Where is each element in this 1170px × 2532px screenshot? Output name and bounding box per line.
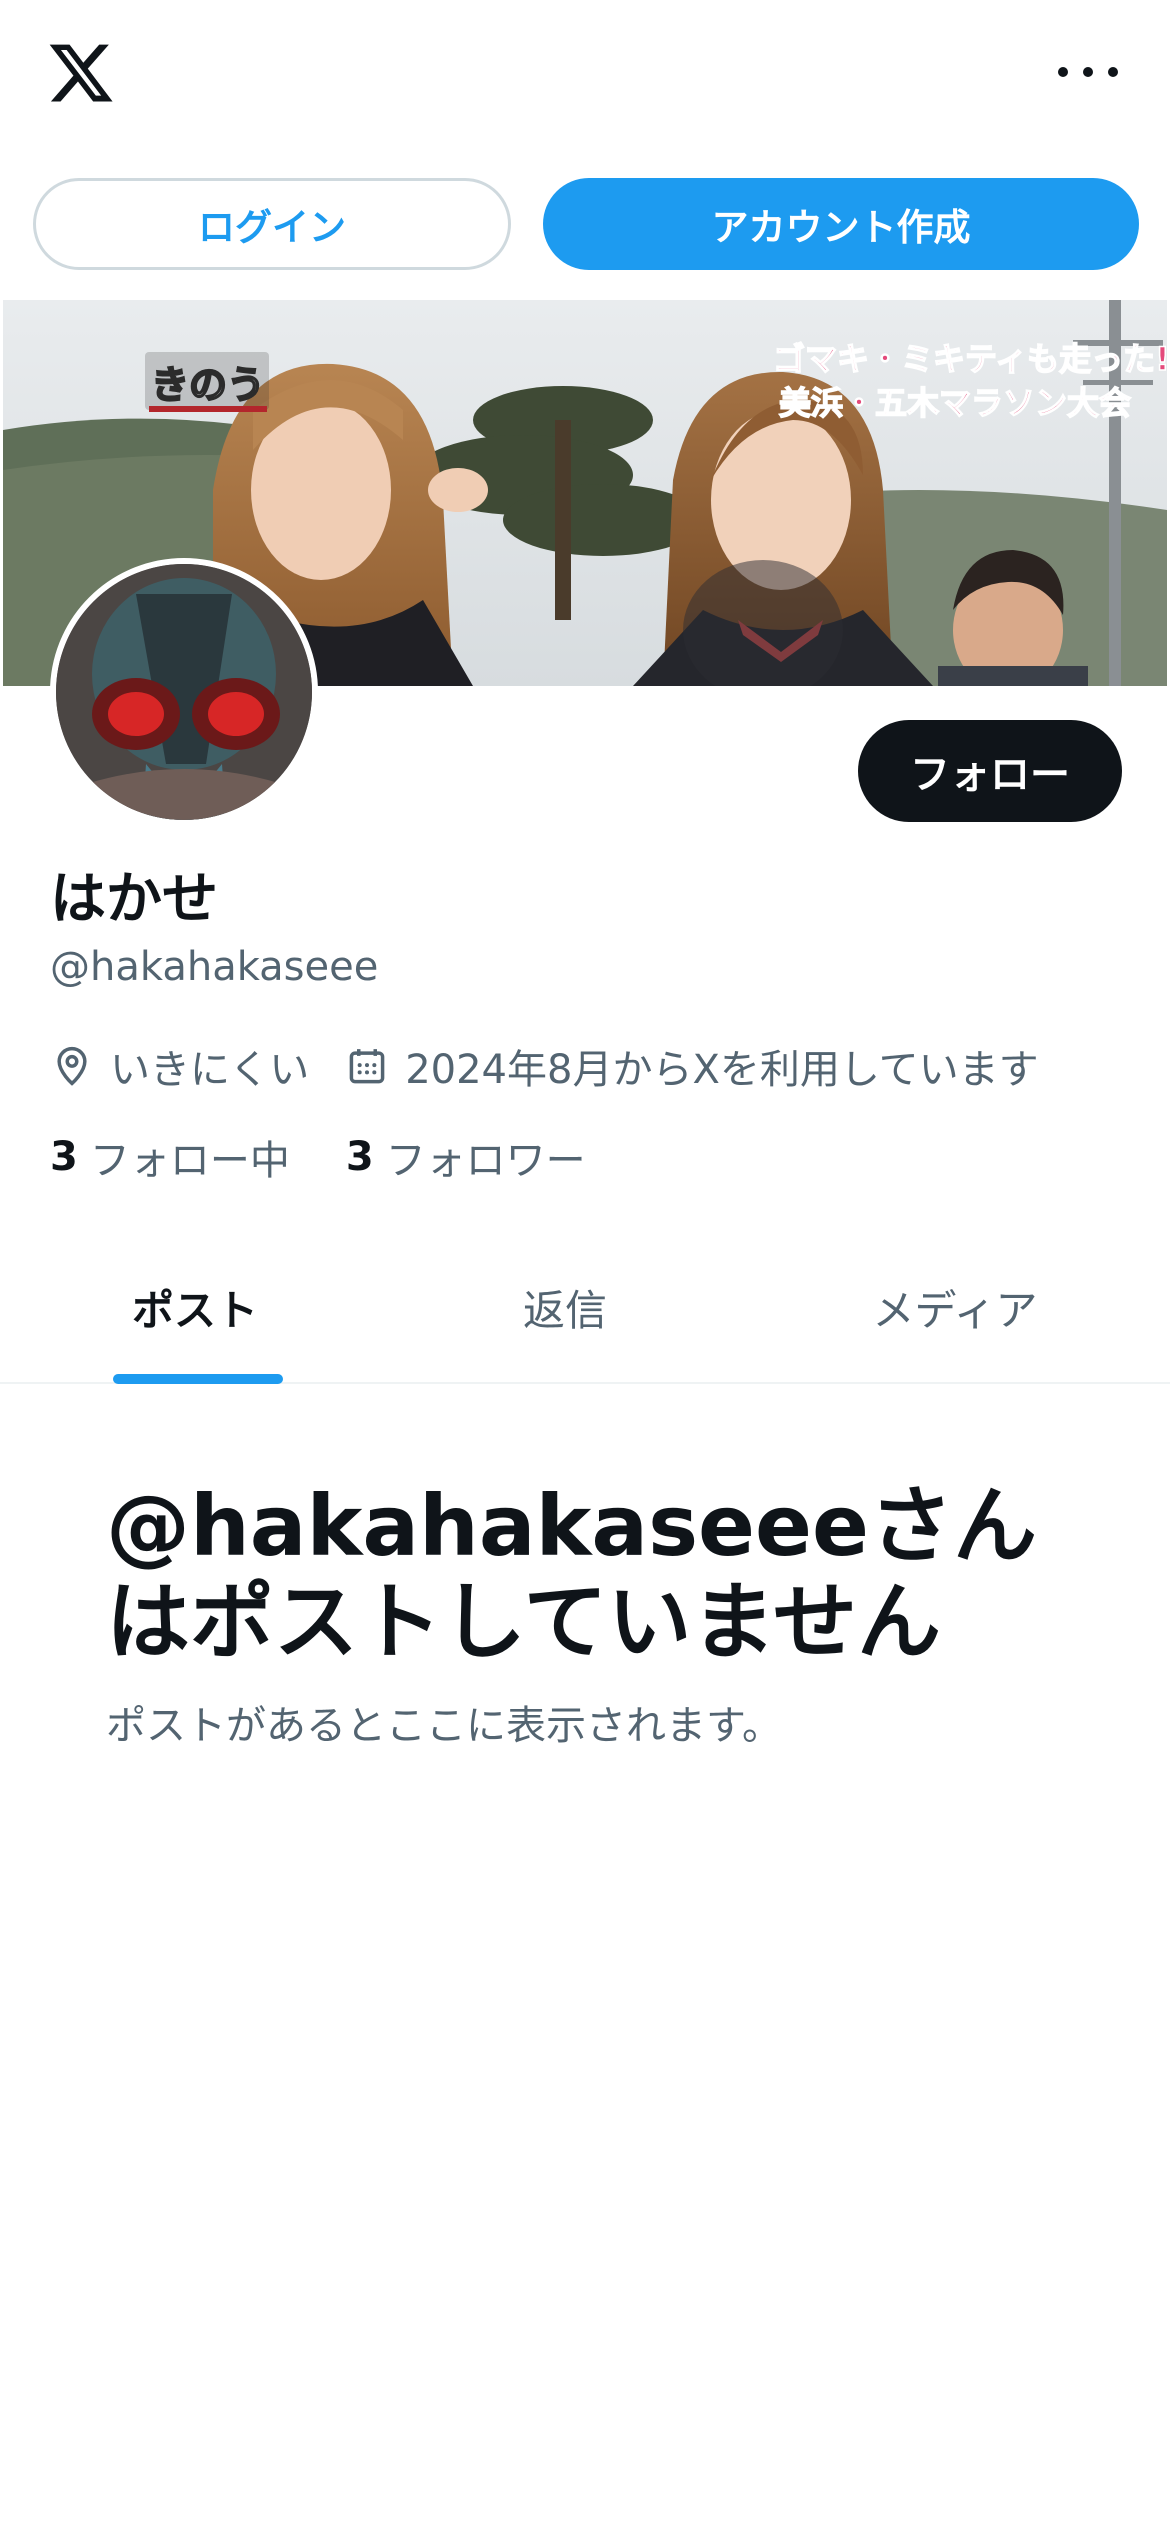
join-date-text: 2024年8月からXを利用しています <box>405 1047 1039 1093</box>
empty-state-subtitle: ポストがあるとここに表示されます。 <box>106 1703 782 1749</box>
follow-stats: 3 フォロー中 3 フォロワー <box>50 1132 586 1184</box>
location: いきにくい <box>50 1037 309 1095</box>
empty-state-title: @hakahakaseeeさんはポストしていません <box>106 1477 1037 1671</box>
x-logo-icon[interactable] <box>46 38 116 108</box>
following-link[interactable]: 3 フォロー中 <box>50 1128 290 1186</box>
more-options-icon[interactable] <box>1058 56 1118 88</box>
avatar[interactable] <box>50 558 318 826</box>
tab-media-label: メディア <box>872 1285 1038 1335</box>
followers-count: 3 <box>345 1134 374 1180</box>
follow-button[interactable]: フォロー <box>858 720 1122 822</box>
location-pin-icon <box>57 1046 87 1086</box>
location-text: いきにくい <box>110 1047 310 1093</box>
login-button[interactable]: ログイン <box>33 178 511 270</box>
following-label: フォロー中 <box>89 1138 290 1184</box>
tab-posts[interactable]: ポスト <box>0 1232 390 1382</box>
more-dot <box>1083 67 1093 77</box>
svg-text:ゴマキ・ミキティも走った!: ゴマキ・ミキティも走った! <box>773 340 1167 378</box>
profile-meta: いきにくい 2024年8月からXを利用しています <box>50 1037 1039 1095</box>
followers-link[interactable]: 3 フォロワー <box>346 1128 586 1186</box>
followers-label: フォロワー <box>385 1138 586 1184</box>
active-tab-indicator <box>113 1374 283 1384</box>
top-bar <box>0 0 1170 150</box>
tab-replies[interactable]: 返信 <box>390 1232 740 1382</box>
profile-tabs: ポスト 返信 メディア <box>0 1232 1170 1384</box>
svg-text:美浜・五木マラソン大会: 美浜・五木マラソン大会 <box>779 384 1131 422</box>
tab-media[interactable]: メディア <box>740 1232 1170 1382</box>
create-account-button[interactable]: アカウント作成 <box>543 178 1139 270</box>
user-handle: @hakahakaseee <box>50 944 379 990</box>
tab-replies-label: 返信 <box>522 1285 607 1335</box>
svg-text:きのう: きのう <box>151 363 265 407</box>
banner-caption-left: きのう <box>145 352 269 412</box>
calendar-icon <box>349 1049 385 1084</box>
more-dot <box>1058 67 1068 77</box>
join-date: 2024年8月からXを利用しています <box>345 1037 1039 1095</box>
more-dot <box>1108 67 1118 77</box>
display-name: はかせ <box>50 867 218 932</box>
tab-posts-label: ポスト <box>131 1285 258 1335</box>
following-count: 3 <box>50 1134 78 1180</box>
